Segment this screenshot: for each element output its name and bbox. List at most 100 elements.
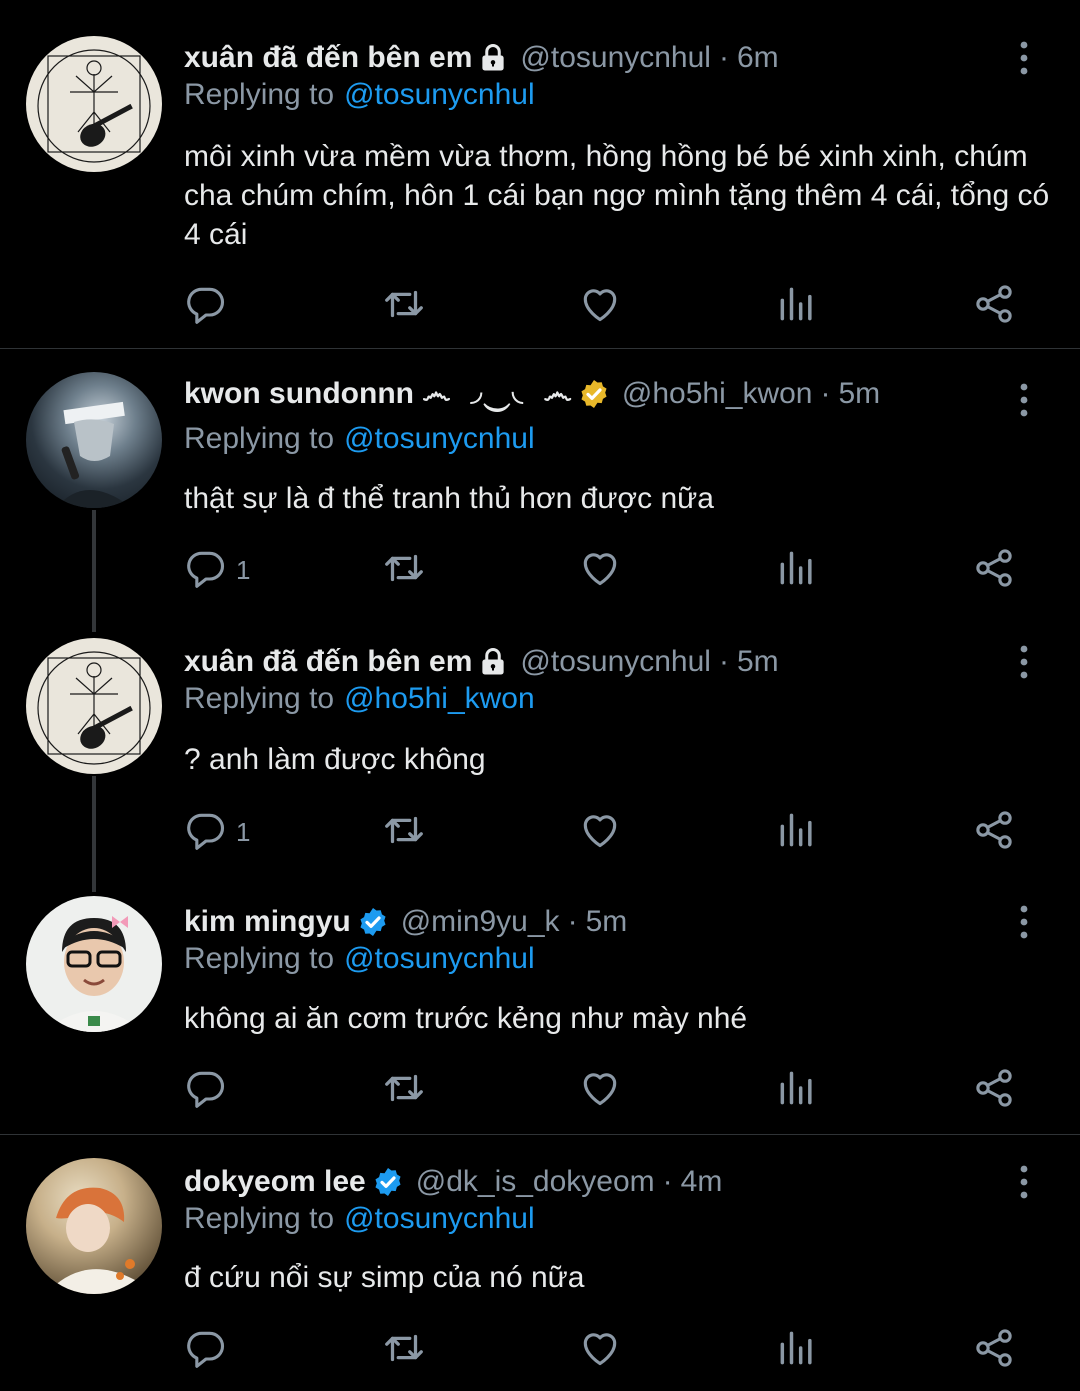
- share-button[interactable]: [972, 1328, 1016, 1372]
- divider: [0, 348, 1080, 349]
- replying-to: Replying to @tosunycnhul: [184, 1202, 535, 1236]
- like-button[interactable]: [578, 548, 622, 592]
- retweet-button[interactable]: [381, 284, 427, 328]
- heart-icon: [578, 546, 622, 595]
- tweet-text: môi xinh vừa mềm vừa thơm, hồng hồng bé …: [184, 140, 1050, 251]
- analytics-icon: [775, 282, 819, 331]
- reply-button[interactable]: 1: [184, 810, 250, 854]
- retweet-button[interactable]: [381, 1328, 427, 1372]
- reply-icon: [184, 808, 228, 857]
- analytics-icon: [775, 1326, 819, 1375]
- display-name[interactable]: dokyeom lee: [184, 1165, 366, 1199]
- share-button[interactable]: [972, 284, 1016, 328]
- tweet[interactable]: xuân đã đến bên em @tosunycnhul · 5m Rep…: [0, 638, 1080, 880]
- like-button[interactable]: [578, 1068, 622, 1112]
- share-button[interactable]: [972, 548, 1016, 592]
- analytics-button[interactable]: [775, 810, 819, 854]
- timestamp[interactable]: 4m: [681, 1165, 723, 1199]
- display-name[interactable]: xuân đã đến bên em: [184, 41, 472, 75]
- timestamp[interactable]: 5m: [737, 645, 779, 679]
- reply-button[interactable]: 1: [184, 548, 250, 592]
- lock-icon: [478, 43, 508, 73]
- analytics-button[interactable]: [775, 1328, 819, 1372]
- tweet-text: đ cứu nổi sự simp của nó nữa: [184, 1261, 585, 1294]
- replying-to: Replying to @tosunycnhul: [184, 78, 535, 112]
- replying-label: Replying to: [184, 422, 335, 455]
- more-options-icon[interactable]: [1010, 640, 1038, 684]
- retweet-icon: [381, 281, 427, 332]
- retweet-icon: [381, 807, 427, 858]
- timestamp[interactable]: 6m: [737, 41, 779, 75]
- share-button[interactable]: [972, 810, 1016, 854]
- retweet-icon: [381, 1065, 427, 1116]
- retweet-button[interactable]: [381, 1068, 427, 1112]
- heart-icon: [578, 1326, 622, 1375]
- tweet[interactable]: dokyeom lee @dk_is_dokyeom · 4m Replying…: [0, 1158, 1080, 1391]
- verified-blue-icon: [372, 1166, 404, 1198]
- share-icon: [972, 1326, 1016, 1375]
- separator-dot: ·: [718, 41, 729, 74]
- retweet-icon: [381, 1325, 427, 1376]
- share-icon: [972, 546, 1016, 595]
- mention-link[interactable]: @tosunycnhul: [344, 942, 535, 975]
- heart-icon: [578, 282, 622, 331]
- reply-icon: [184, 546, 228, 595]
- more-options-icon[interactable]: [1010, 378, 1038, 422]
- share-icon: [972, 282, 1016, 331]
- replying-label: Replying to: [184, 682, 335, 715]
- avatar[interactable]: [26, 36, 162, 172]
- share-icon: [972, 808, 1016, 857]
- display-name[interactable]: kwon sundonnn ෴ ◞‿◟ ෴: [184, 377, 572, 411]
- share-icon: [972, 1066, 1016, 1115]
- analytics-icon: [775, 808, 819, 857]
- user-handle[interactable]: @tosunycnhul: [520, 645, 711, 679]
- retweet-button[interactable]: [381, 548, 427, 592]
- separator-dot: ·: [820, 377, 831, 410]
- replying-to: Replying to @tosunycnhul: [184, 942, 535, 976]
- tweet[interactable]: kim mingyu @min9yu_k · 5m Replying to @to…: [0, 896, 1080, 1132]
- analytics-button[interactable]: [775, 284, 819, 328]
- mention-link[interactable]: @tosunycnhul: [344, 422, 535, 455]
- more-options-icon[interactable]: [1010, 1160, 1038, 1204]
- replying-label: Replying to: [184, 78, 335, 111]
- like-button[interactable]: [578, 284, 622, 328]
- avatar[interactable]: [26, 638, 162, 774]
- avatar[interactable]: [26, 1158, 162, 1294]
- separator-dot: ·: [662, 1165, 673, 1198]
- tweet[interactable]: xuân đã đến bên em @tosunycnhul · 6m Rep…: [0, 36, 1080, 346]
- more-options-icon[interactable]: [1010, 900, 1038, 944]
- display-name[interactable]: kim mingyu: [184, 905, 351, 939]
- reply-button[interactable]: [184, 284, 236, 328]
- share-button[interactable]: [972, 1068, 1016, 1112]
- mention-link[interactable]: @ho5hi_kwon: [344, 682, 535, 715]
- avatar[interactable]: [26, 372, 162, 508]
- timestamp[interactable]: 5m: [586, 905, 628, 939]
- like-button[interactable]: [578, 810, 622, 854]
- display-name[interactable]: xuân đã đến bên em: [184, 645, 472, 679]
- mention-link[interactable]: @tosunycnhul: [344, 78, 535, 111]
- like-button[interactable]: [578, 1328, 622, 1372]
- user-handle[interactable]: @ho5hi_kwon: [622, 377, 813, 411]
- reply-count: 1: [236, 554, 251, 585]
- timestamp[interactable]: 5m: [838, 377, 880, 411]
- user-handle[interactable]: @tosunycnhul: [520, 41, 711, 75]
- verified-gold-icon: [578, 378, 610, 410]
- more-options-icon[interactable]: [1010, 36, 1038, 80]
- user-handle[interactable]: @min9yu_k: [401, 905, 560, 939]
- replying-to: Replying to @tosunycnhul: [184, 422, 535, 456]
- retweet-button[interactable]: [381, 810, 427, 854]
- reply-button[interactable]: [184, 1068, 236, 1112]
- replying-label: Replying to: [184, 1202, 335, 1235]
- reply-button[interactable]: [184, 1328, 236, 1372]
- reply-icon: [184, 1066, 228, 1115]
- separator-dot: ·: [567, 905, 578, 938]
- avatar[interactable]: [26, 896, 162, 1032]
- tweet[interactable]: kwon sundonnn ෴ ◞‿◟ ෴ @ho5hi_kwon · 5m R…: [0, 372, 1080, 612]
- lock-icon: [478, 647, 508, 677]
- action-bar: [0, 1328, 1080, 1372]
- user-handle[interactable]: @dk_is_dokyeom: [416, 1165, 655, 1199]
- mention-link[interactable]: @tosunycnhul: [344, 1202, 535, 1235]
- analytics-button[interactable]: [775, 1068, 819, 1112]
- separator-dot: ·: [718, 645, 729, 678]
- analytics-button[interactable]: [775, 548, 819, 592]
